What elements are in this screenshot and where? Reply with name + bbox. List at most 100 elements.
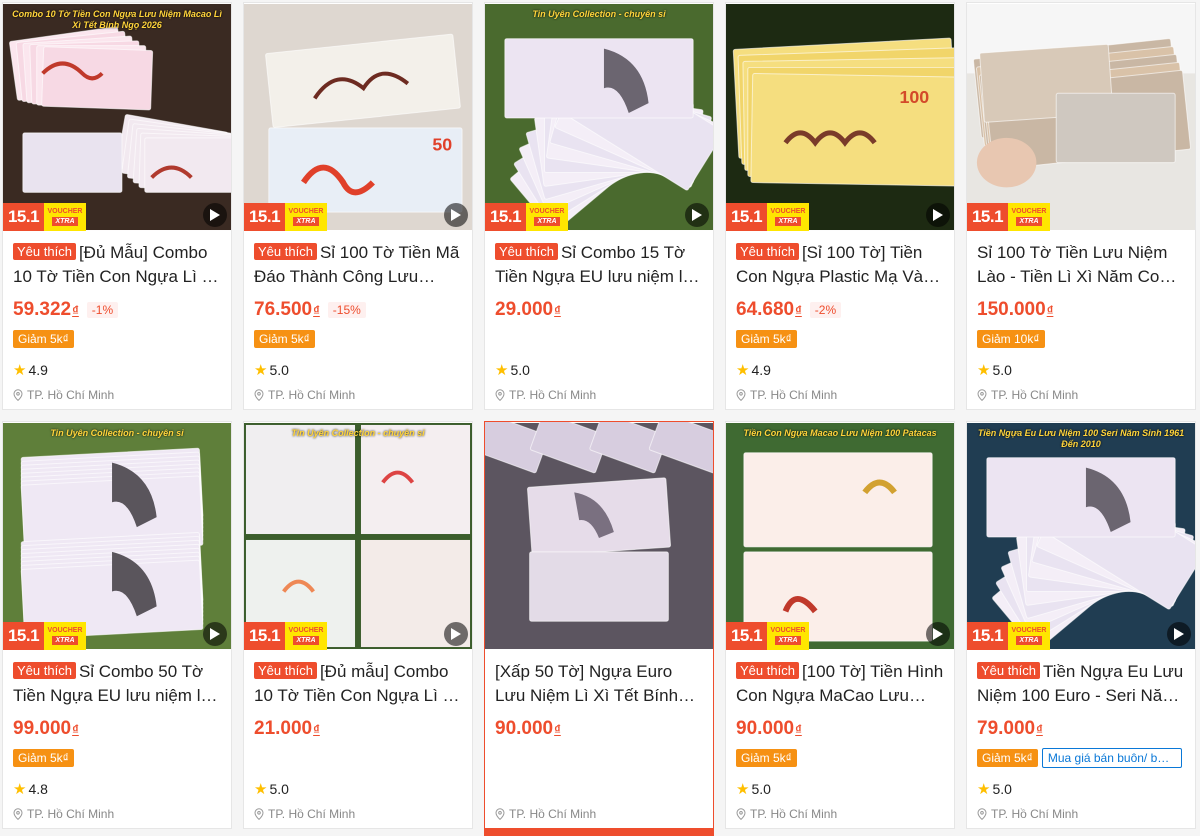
play-video-icon[interactable]	[203, 203, 227, 227]
product-title[interactable]: Yêu thích [Sỉ 100 Tờ] Tiền Con Ngựa Plast…	[736, 241, 944, 289]
product-title-text: Sỉ 100 Tờ Tiền Lưu Niệm Lào - Tiền Lì Xì…	[977, 243, 1169, 286]
product-thumbnail[interactable]: Combo 10 Tờ Tiền Con Ngựa Lưu Niệm Macao…	[3, 3, 231, 231]
product-title[interactable]: Yêu thích Sỉ 100 Tờ Tiền Mã Đáo Thành Côn…	[254, 241, 462, 289]
product-title[interactable]: Yêu thích [Đủ Mẫu] Combo 10 Tờ Tiền Con N…	[13, 241, 221, 289]
promo-tags	[254, 747, 462, 769]
product-thumbnail[interactable]: 50 15.1 VOUCHER XTRA	[244, 3, 472, 231]
location-text: TP. Hồ Chí Minh	[27, 388, 115, 402]
sale-voucher-badge: 15.1 VOUCHER XTRA	[967, 622, 1050, 650]
product-thumbnail[interactable]: Tin Uyên Collection - chuyên sỉ 15.1 VOU…	[244, 422, 472, 650]
product-card[interactable]: Tin Uyên Collection - chuyên sỉ 15.1 VOU…	[243, 421, 473, 829]
location-text: TP. Hồ Chí Minh	[509, 807, 597, 821]
product-thumbnail[interactable]: Tiền Con Ngựa Macao Lưu Niệm 100 Patacas…	[726, 422, 954, 650]
voucher-label: VOUCHER	[288, 627, 324, 634]
product-price: 76.500₫	[254, 299, 320, 321]
product-title-text: [Xấp 50 Tờ] Ngựa Euro Lưu Niệm Lì Xì Tết…	[495, 662, 679, 705]
favorite-badge: Yêu thích	[977, 662, 1040, 679]
product-card[interactable]: Tin Uyên Collection - chuyên sỉ 15.1 VOU…	[2, 421, 232, 829]
location-text: TP. Hồ Chí Minh	[27, 807, 115, 821]
product-thumbnail[interactable]: 100 15.1 VOUCHER XTRA	[726, 3, 954, 231]
voucher-label: VOUCHER	[1011, 627, 1047, 634]
product-title[interactable]: Yêu thích [Đủ mẫu] Combo 10 Tờ Tiền Con N…	[254, 660, 462, 708]
xtra-label: XTRA	[775, 636, 801, 645]
product-card[interactable]: Tin Uyên Collection - chuyên sỉ 15.1 VOU…	[484, 2, 714, 410]
product-title[interactable]: Sỉ 100 Tờ Tiền Lưu Niệm Lào - Tiền Lì Xì…	[977, 241, 1185, 289]
price-value: 150.000	[977, 299, 1046, 320]
product-card[interactable]: 100 15.1 VOUCHER XTRA Yêu thích [Sỉ 100 Tờ…	[725, 2, 955, 410]
rating-value: 4.9	[751, 362, 771, 378]
price-value: 59.322	[13, 299, 72, 320]
product-card[interactable]: Tiền Ngựa Eu Lưu Niệm 100 Seri Năm Sinh …	[966, 421, 1196, 829]
rating: ★ 5.0	[977, 779, 1185, 799]
rating	[495, 779, 703, 799]
play-video-icon[interactable]	[444, 622, 468, 646]
image-caption: Combo 10 Tờ Tiền Con Ngựa Lưu Niệm Macao…	[12, 9, 222, 30]
voucher-label: VOUCHER	[770, 627, 806, 634]
play-video-icon[interactable]	[926, 203, 950, 227]
product-card[interactable]: [Xấp 50 Tờ] Ngựa Euro Lưu Niệm Lì Xì Tết…	[484, 421, 714, 836]
shop-location: TP. Hồ Chí Minh	[254, 385, 462, 405]
play-video-icon[interactable]	[685, 203, 709, 227]
product-image	[726, 422, 954, 650]
product-title[interactable]: Yêu thích [100 Tờ] Tiền Hình Con Ngựa MaC…	[736, 660, 944, 708]
discount-badge: -1%	[86, 302, 119, 318]
product-title[interactable]: Yêu thích Sỉ Combo 15 Tờ Tiền Ngựa EU lưu…	[495, 241, 703, 289]
promo-tags: Giảm 10k₫	[977, 328, 1185, 350]
product-thumbnail[interactable]: 15.1 VOUCHER XTRA	[967, 3, 1195, 231]
location-pin-icon	[13, 808, 23, 820]
play-video-icon[interactable]	[1167, 622, 1191, 646]
currency-symbol: ₫	[795, 303, 802, 318]
play-video-icon[interactable]	[444, 203, 468, 227]
currency-symbol: ₫	[72, 722, 79, 737]
star-icon: ★	[13, 781, 27, 798]
play-video-icon[interactable]	[926, 622, 950, 646]
location-text: TP. Hồ Chí Minh	[509, 388, 597, 402]
image-caption: Tin Uyên Collection - chuyên sỉ	[291, 428, 425, 438]
product-card[interactable]: Combo 10 Tờ Tiền Con Ngựa Lưu Niệm Macao…	[2, 2, 232, 410]
sale-badge-label: 15.1	[244, 203, 285, 231]
product-card[interactable]: 50 15.1 VOUCHER XTRA Yêu thích Sỉ 100 Tờ T…	[243, 2, 473, 410]
product-title[interactable]: Yêu thích Tiền Ngựa Eu Lưu Niệm 100 Euro …	[977, 660, 1185, 708]
product-thumbnail[interactable]: Tiền Ngựa Eu Lưu Niệm 100 Seri Năm Sinh …	[967, 422, 1195, 650]
voucher-label: VOUCHER	[47, 627, 83, 634]
price-value: 21.000	[254, 718, 313, 739]
location-pin-icon	[977, 808, 987, 820]
price-value: 99.000	[13, 718, 72, 739]
product-thumbnail[interactable]	[485, 422, 713, 650]
rating: ★ 4.8	[13, 779, 221, 799]
play-video-icon[interactable]	[203, 622, 227, 646]
favorite-badge: Yêu thích	[736, 662, 799, 679]
product-image	[485, 3, 713, 231]
product-thumbnail[interactable]: Tin Uyên Collection - chuyên sỉ 15.1 VOU…	[3, 422, 231, 650]
voucher-label: VOUCHER	[770, 208, 806, 215]
product-price: 150.000₫	[977, 299, 1053, 321]
product-title[interactable]: [Xấp 50 Tờ] Ngựa Euro Lưu Niệm Lì Xì Tết…	[495, 660, 703, 708]
hover-highlight-bar	[485, 828, 713, 835]
voucher-discount-tag: Giảm 5k₫	[13, 749, 74, 767]
shop-location: TP. Hồ Chí Minh	[977, 804, 1185, 824]
product-card[interactable]: 15.1 VOUCHER XTRA Sỉ 100 Tờ Tiền Lưu Niệm…	[966, 2, 1196, 410]
product-title[interactable]: Yêu thích Sỉ Combo 50 Tờ Tiền Ngựa EU lưu…	[13, 660, 221, 708]
rating: ★ 5.0	[977, 360, 1185, 380]
currency-symbol: ₫	[554, 722, 561, 737]
promo-tags	[495, 328, 703, 350]
price-value: 90.000	[495, 718, 554, 739]
image-caption: Tin Uyên Collection - chuyên sỉ	[532, 9, 666, 19]
currency-symbol: ₫	[72, 303, 79, 318]
location-text: TP. Hồ Chí Minh	[750, 807, 838, 821]
product-card[interactable]: Tiền Con Ngựa Macao Lưu Niệm 100 Patacas…	[725, 421, 955, 829]
location-text: TP. Hồ Chí Minh	[268, 807, 356, 821]
location-pin-icon	[495, 808, 505, 820]
product-thumbnail[interactable]: Tin Uyên Collection - chuyên sỉ 15.1 VOU…	[485, 3, 713, 231]
price-value: 64.680	[736, 299, 795, 320]
shop-location: TP. Hồ Chí Minh	[13, 804, 221, 824]
image-caption: Tiền Ngựa Eu Lưu Niệm 100 Seri Năm Sinh …	[977, 428, 1185, 449]
sale-badge-label: 15.1	[3, 622, 44, 650]
location-pin-icon	[495, 389, 505, 401]
favorite-badge: Yêu thích	[13, 243, 76, 260]
promo-tags	[495, 747, 703, 769]
star-icon: ★	[13, 362, 27, 379]
xtra-label: XTRA	[1016, 636, 1042, 645]
location-text: TP. Hồ Chí Minh	[991, 388, 1079, 402]
xtra-label: XTRA	[1016, 217, 1042, 226]
